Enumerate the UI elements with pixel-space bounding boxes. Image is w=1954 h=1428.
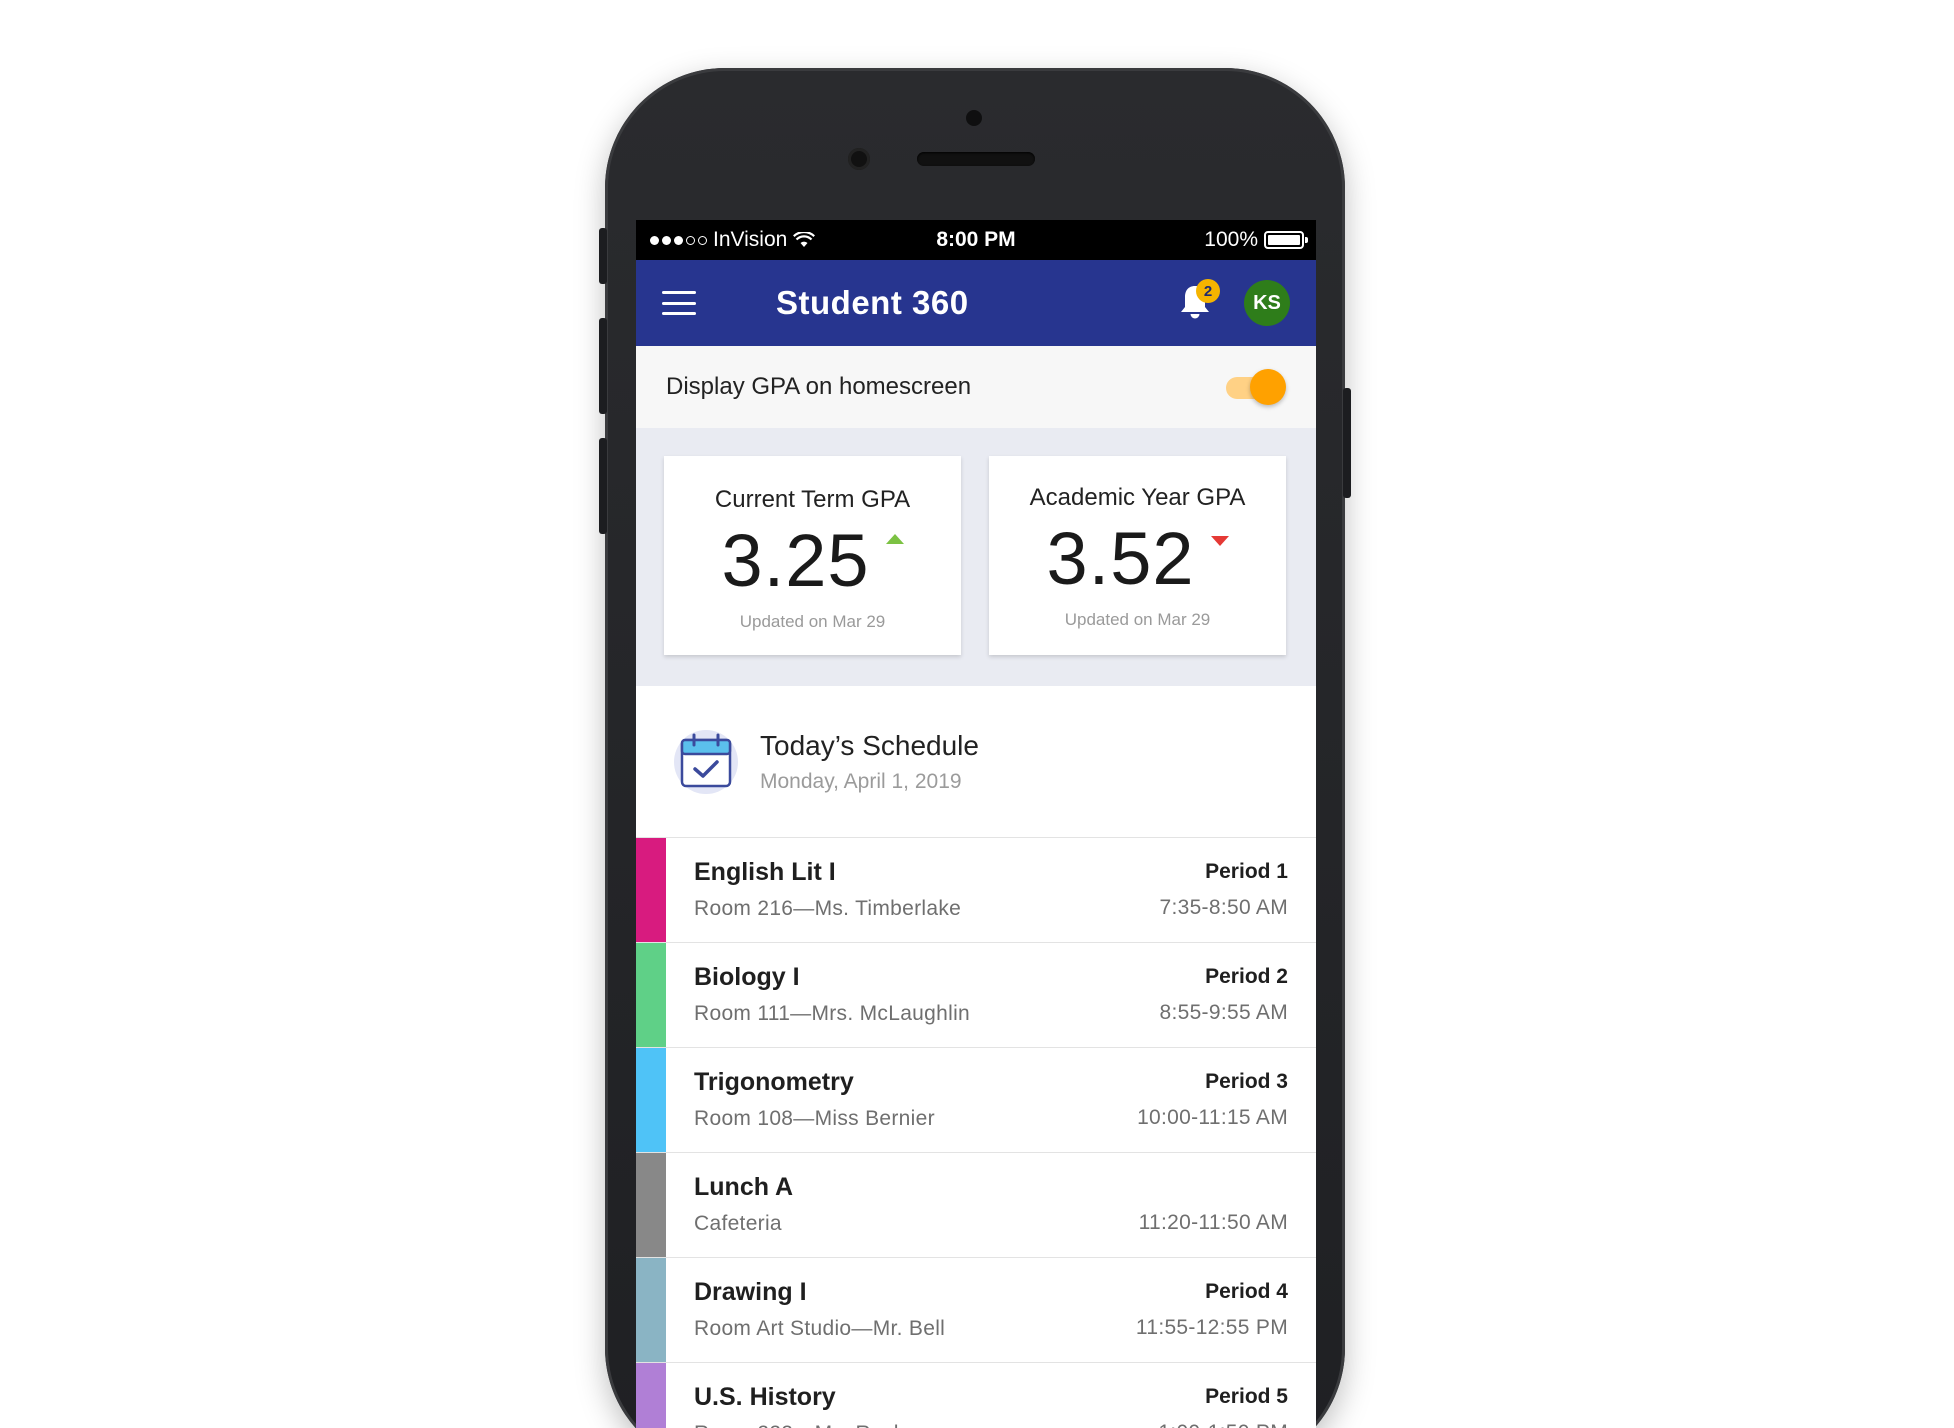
class-color-bar bbox=[636, 943, 666, 1047]
class-row[interactable]: English Lit I Room 216—Ms. Timberlake Peri… bbox=[636, 838, 1316, 943]
schedule-date: Monday, April 1, 2019 bbox=[760, 769, 962, 793]
current-term-gpa-card[interactable]: Current Term GPA 3.25 Updated on Mar 29 bbox=[664, 456, 961, 655]
class-time: 8:55-9:55 AM bbox=[1159, 1001, 1288, 1024]
class-room: Cafeteria bbox=[694, 1212, 782, 1235]
schedule-header: Today’s Schedule Monday, April 1, 2019 bbox=[636, 686, 1316, 838]
class-list: English Lit I Room 216—Ms. Timberlake Peri… bbox=[636, 838, 1316, 1428]
class-room: Room 111—Mrs. McLaughlin bbox=[694, 1002, 971, 1025]
class-time: 11:55-12:55 PM bbox=[1135, 1316, 1288, 1339]
status-time: 8:00 PM bbox=[936, 228, 1016, 251]
class-name: Lunch A bbox=[694, 1173, 794, 1201]
toggle-thumb bbox=[1250, 369, 1286, 405]
class-color-bar bbox=[636, 1258, 666, 1362]
class-period: Period 5 bbox=[1205, 1385, 1288, 1408]
app-bar: Student 360 2 KS bbox=[636, 260, 1316, 346]
mute-switch bbox=[599, 228, 607, 284]
notification-badge: 2 bbox=[1196, 279, 1220, 303]
proximity-sensor bbox=[966, 110, 982, 126]
class-room: Room 216—Ms. Timberlake bbox=[694, 897, 962, 920]
battery-level bbox=[1268, 235, 1300, 245]
wifi-icon bbox=[793, 232, 816, 247]
class-name: Biology I bbox=[694, 963, 800, 991]
gpa-updated-text: Updated on Mar 29 bbox=[739, 612, 886, 631]
class-color-bar bbox=[636, 1363, 666, 1428]
carrier-info: InVision bbox=[650, 228, 816, 252]
gpa-card-label: Academic Year GPA bbox=[1029, 484, 1246, 511]
gpa-card-label: Current Term GPA bbox=[714, 486, 911, 513]
menu-icon[interactable] bbox=[662, 291, 696, 315]
signal-strength-icon bbox=[650, 235, 707, 245]
class-room: Room 108—Miss Bernier bbox=[694, 1107, 935, 1130]
class-color-bar bbox=[636, 1048, 666, 1152]
class-period: Period 3 bbox=[1205, 1070, 1288, 1093]
carrier-name: InVision bbox=[713, 228, 788, 251]
battery-percent: 100% bbox=[1204, 228, 1258, 251]
class-room: Room 222—Ms. Rush bbox=[694, 1422, 906, 1428]
class-time: 1:00-1:50 PM bbox=[1158, 1421, 1288, 1428]
class-name: U.S. History bbox=[694, 1383, 836, 1411]
class-name: English Lit I bbox=[694, 858, 836, 886]
display-gpa-toggle[interactable] bbox=[1222, 369, 1286, 405]
phone-screen: InVision 8:00 PM 100% Student 360 2 KS D… bbox=[636, 220, 1316, 1428]
academic-year-gpa-card[interactable]: Academic Year GPA 3.52 Updated on Mar 29 bbox=[989, 456, 1286, 655]
gpa-value: 3.25 bbox=[721, 519, 870, 602]
class-row[interactable]: Drawing I Room Art Studio—Mr. Bell Period … bbox=[636, 1258, 1316, 1363]
class-period: Period 1 bbox=[1205, 860, 1288, 883]
schedule-title: Today’s Schedule bbox=[760, 729, 979, 761]
calendar-check-icon bbox=[672, 728, 740, 796]
class-time: 10:00-11:15 AM bbox=[1137, 1106, 1288, 1129]
class-period: Period 2 bbox=[1205, 965, 1288, 988]
front-camera bbox=[848, 148, 870, 170]
class-time: 7:35-8:50 AM bbox=[1159, 896, 1288, 919]
volume-up-button bbox=[599, 318, 607, 414]
class-color-bar bbox=[636, 838, 666, 942]
class-row[interactable]: Biology I Room 111—Mrs. McLaughlin Period … bbox=[636, 943, 1316, 1048]
gpa-updated-text: Updated on Mar 29 bbox=[1064, 610, 1211, 629]
gpa-toggle-row: Display GPA on homescreen bbox=[636, 346, 1316, 428]
class-time: 11:20-11:50 AM bbox=[1138, 1211, 1288, 1234]
battery-icon bbox=[1264, 231, 1308, 249]
gpa-toggle-label: Display GPA on homescreen bbox=[666, 373, 972, 400]
class-name: Trigonometry bbox=[694, 1068, 854, 1096]
class-row[interactable]: Trigonometry Room 108—Miss Bernier Period … bbox=[636, 1048, 1316, 1153]
earpiece-speaker bbox=[917, 152, 1035, 166]
status-bar: InVision 8:00 PM 100% bbox=[636, 220, 1316, 260]
gpa-section: Current Term GPA 3.25 Updated on Mar 29 … bbox=[636, 428, 1316, 686]
avatar[interactable]: KS bbox=[1244, 280, 1290, 326]
notifications-button[interactable]: 2 bbox=[1178, 279, 1220, 323]
class-row[interactable]: U.S. History Room 222—Ms. Rush Period 5 1:0… bbox=[636, 1363, 1316, 1428]
power-button bbox=[1343, 388, 1351, 498]
trend-up-icon bbox=[885, 534, 904, 544]
volume-down-button bbox=[599, 438, 607, 534]
gpa-value: 3.52 bbox=[1046, 517, 1195, 600]
class-row[interactable]: Lunch ACafeteria-11:20-11:50 AM bbox=[636, 1153, 1316, 1258]
trend-down-icon bbox=[1210, 536, 1229, 546]
class-color-bar bbox=[636, 1153, 666, 1257]
battery-info: 100% bbox=[1204, 228, 1308, 252]
class-period: Period 4 bbox=[1205, 1280, 1288, 1303]
class-name: Drawing I bbox=[694, 1278, 807, 1306]
class-room: Room Art Studio—Mr. Bell bbox=[694, 1317, 946, 1340]
app-title: Student 360 bbox=[776, 284, 969, 321]
